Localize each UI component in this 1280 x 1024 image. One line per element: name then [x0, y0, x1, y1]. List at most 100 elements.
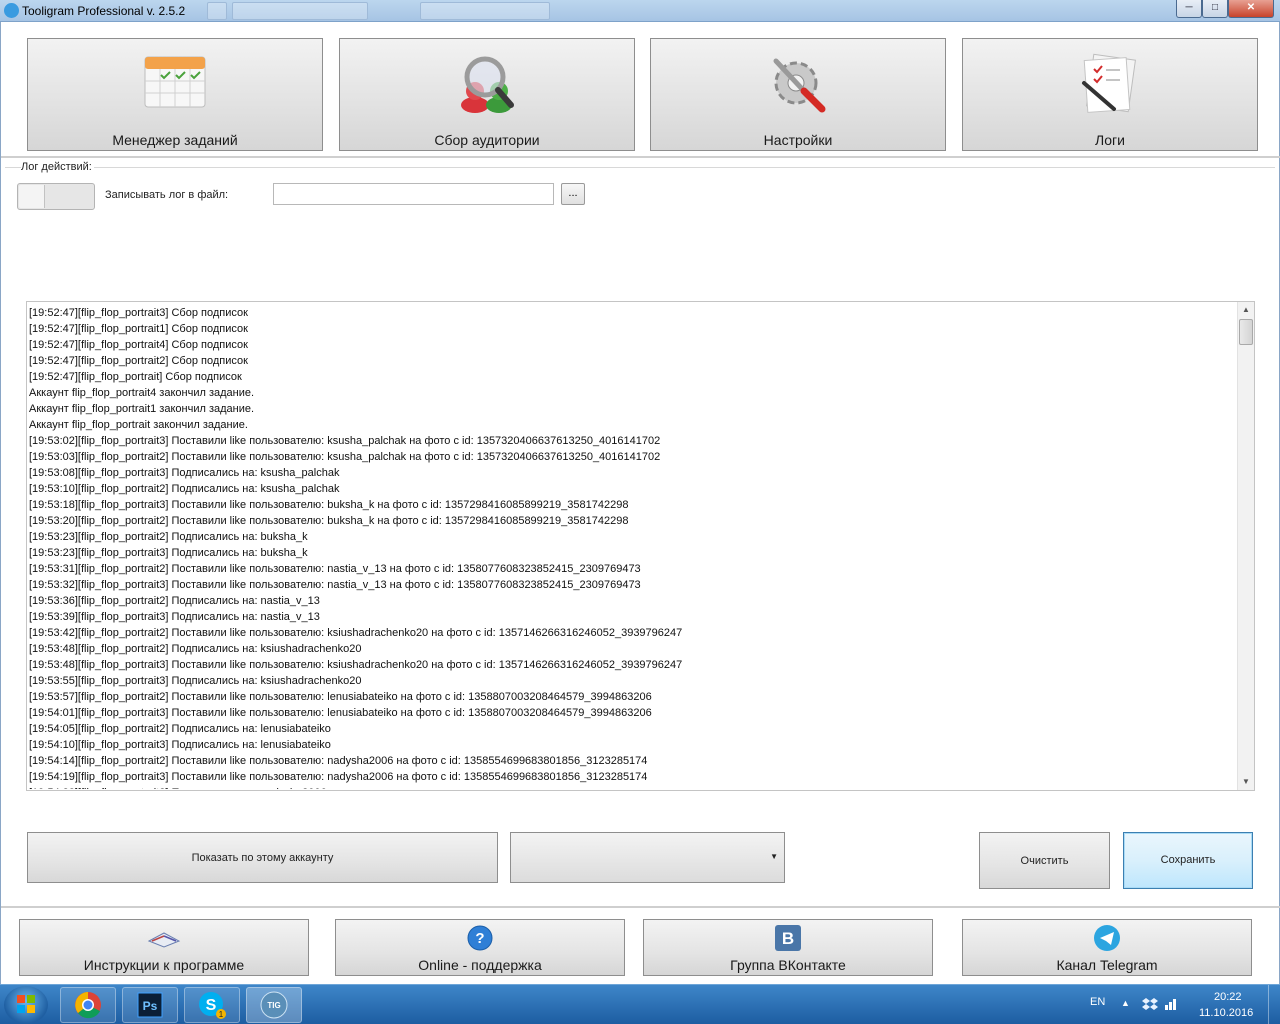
toggle-knob[interactable]: [19, 185, 45, 208]
taskbar-chrome[interactable]: [60, 987, 116, 1023]
log-line: Аккаунт flip_flop_portrait1 закончил зад…: [29, 403, 255, 415]
background-window-tab: [232, 2, 368, 20]
vk-icon-glyph: B: [782, 929, 794, 948]
vk-group-button[interactable]: B Группа ВКонтакте: [643, 919, 933, 976]
tooligram-icon: TIG: [260, 991, 288, 1019]
log-line: [19:53:02][flip_flop_portrait3] Поставил…: [29, 435, 661, 447]
photoshop-icon-glyph: Ps: [143, 999, 158, 1013]
account-select[interactable]: ▼: [510, 832, 785, 883]
skype-icon: S 1: [199, 992, 226, 1019]
log-line: [19:54:10][flip_flop_portrait3] Подписал…: [29, 739, 331, 751]
taskbar-skype[interactable]: S 1: [184, 987, 240, 1023]
settings-label: Настройки: [763, 132, 833, 148]
telegram-icon: [1094, 925, 1120, 951]
log-line: [19:54:01][flip_flop_portrait3] Поставил…: [29, 707, 652, 719]
maximize-button[interactable]: □: [1202, 0, 1228, 18]
clock-time[interactable]: 20:22: [1214, 991, 1242, 1003]
log-line: Аккаунт flip_flop_portrait закончил зада…: [29, 419, 248, 431]
checklist-pen-icon: [1082, 53, 1136, 113]
windows-logo-icon: [17, 995, 35, 1013]
chrome-icon: [75, 992, 101, 1019]
show-hidden-icons-icon[interactable]: ▲: [1121, 998, 1130, 1008]
log-line: [19:52:47][flip_flop_portrait3] Сбор под…: [29, 307, 248, 319]
log-line: [19:53:08][flip_flop_portrait3] Подписал…: [29, 467, 340, 479]
clear-button[interactable]: Очистить: [979, 832, 1110, 889]
scroll-down-icon[interactable]: ▼: [1238, 774, 1254, 790]
log-line: [19:53:55][flip_flop_portrait3] Подписал…: [29, 675, 362, 687]
taskbar-photoshop[interactable]: Ps: [122, 987, 178, 1023]
dropbox-icon[interactable]: [1142, 996, 1158, 1012]
log-textbox[interactable]: [19:52:47][flip_flop_portrait3] Сбор под…: [26, 301, 1255, 791]
telegram-channel-label: Канал Telegram: [1056, 957, 1158, 973]
log-line: [19:53:31][flip_flop_portrait2] Поставил…: [29, 563, 641, 575]
minimize-button[interactable]: ─: [1176, 0, 1202, 18]
log-line: [19:54:23][flip_flop_portrait2] Подписал…: [29, 785, 1234, 789]
log-line: [19:54:05][flip_flop_portrait2] Подписал…: [29, 723, 331, 735]
log-file-path-input[interactable]: [273, 183, 554, 205]
audience-collection-label: Сбор аудитории: [434, 132, 540, 148]
log-scrollbar[interactable]: ▲ ▼: [1237, 302, 1254, 790]
start-button[interactable]: [4, 986, 48, 1024]
filter-by-account-button[interactable]: Показать по этому аккаунту: [27, 832, 498, 883]
log-line: [19:53:23][flip_flop_portrait3] Подписал…: [29, 547, 308, 559]
task-manager-button[interactable]: Менеджер заданий: [27, 38, 323, 151]
log-line: [19:53:32][flip_flop_portrait3] Поставил…: [29, 579, 641, 591]
show-desktop-button[interactable]: [1268, 985, 1280, 1024]
settings-button[interactable]: Настройки: [650, 38, 946, 151]
log-line: [19:52:47][flip_flop_portrait1] Сбор под…: [29, 323, 248, 335]
instructions-button[interactable]: Инструкции к программе: [19, 919, 309, 976]
write-log-toggle[interactable]: [17, 183, 95, 210]
filter-by-account-label: Показать по этому аккаунту: [191, 852, 334, 864]
logs-label: Логи: [1095, 132, 1125, 148]
scroll-up-icon[interactable]: ▲: [1238, 302, 1254, 318]
calendar-icon: [144, 56, 206, 108]
task-manager-label: Менеджер заданий: [112, 132, 238, 148]
main-window: Менеджер заданий Сбор аудитории Настройк…: [0, 22, 1280, 984]
app-icon: [4, 3, 19, 18]
browse-file-button[interactable]: ...: [561, 183, 585, 205]
logs-button[interactable]: Логи: [962, 38, 1258, 151]
gear-wrench-icon: [773, 58, 826, 113]
log-line: Аккаунт flip_flop_portrait4 закончил зад…: [29, 387, 255, 399]
help-icon: ?: [467, 925, 493, 951]
log-line: [19:53:36][flip_flop_portrait2] Подписал…: [29, 595, 320, 607]
skype-icon-glyph: S: [206, 997, 217, 1014]
clock-date[interactable]: 11.10.2016: [1199, 1007, 1253, 1019]
taskbar-tooligram[interactable]: TIG: [246, 987, 302, 1023]
scroll-thumb[interactable]: [1239, 319, 1253, 345]
log-group-border: [5, 167, 1275, 168]
clear-label: Очистить: [1020, 855, 1069, 867]
log-line: [19:53:48][flip_flop_portrait3] Поставил…: [29, 659, 683, 671]
background-window-tab: [420, 2, 550, 20]
save-label: Сохранить: [1160, 854, 1216, 866]
background-window-icon: [207, 2, 227, 20]
log-group-label: Лог действий:: [21, 161, 94, 173]
language-indicator[interactable]: EN: [1090, 996, 1105, 1008]
help-icon-glyph: ?: [475, 930, 484, 947]
skype-badge: 1: [219, 1010, 224, 1019]
book-icon: [147, 932, 181, 948]
log-line: [19:53:10][flip_flop_portrait2] Подписал…: [29, 483, 340, 495]
network-icon[interactable]: [1164, 997, 1178, 1011]
online-support-label: Online - поддержка: [418, 957, 542, 973]
audience-collection-button[interactable]: Сбор аудитории: [339, 38, 635, 151]
close-button[interactable]: ✕: [1228, 0, 1274, 18]
vk-icon: B: [775, 925, 801, 951]
telegram-channel-button[interactable]: Канал Telegram: [962, 919, 1252, 976]
divider: [1, 156, 1280, 158]
online-support-button[interactable]: ? Online - поддержка: [335, 919, 625, 976]
log-line: [19:53:20][flip_flop_portrait2] Поставил…: [29, 515, 629, 527]
save-button[interactable]: Сохранить: [1123, 832, 1253, 889]
log-line: [19:54:19][flip_flop_portrait3] Поставил…: [29, 771, 648, 783]
log-line: [19:53:03][flip_flop_portrait2] Поставил…: [29, 451, 661, 463]
vk-group-label: Группа ВКонтакте: [730, 957, 846, 973]
log-line: [19:53:39][flip_flop_portrait3] Подписал…: [29, 611, 320, 623]
log-line: [19:54:14][flip_flop_portrait2] Поставил…: [29, 755, 648, 767]
users-search-icon: [461, 56, 514, 113]
log-line: [19:52:47][flip_flop_portrait2] Сбор под…: [29, 355, 248, 367]
divider: [1, 906, 1280, 908]
log-line: [19:53:23][flip_flop_portrait2] Подписал…: [29, 531, 308, 543]
log-line: [19:53:42][flip_flop_portrait2] Поставил…: [29, 627, 683, 639]
instructions-label: Инструкции к программе: [83, 957, 245, 973]
window-title-bar[interactable]: Tooligram Professional v. 2.5.2 ─ □ ✕: [0, 0, 1280, 22]
